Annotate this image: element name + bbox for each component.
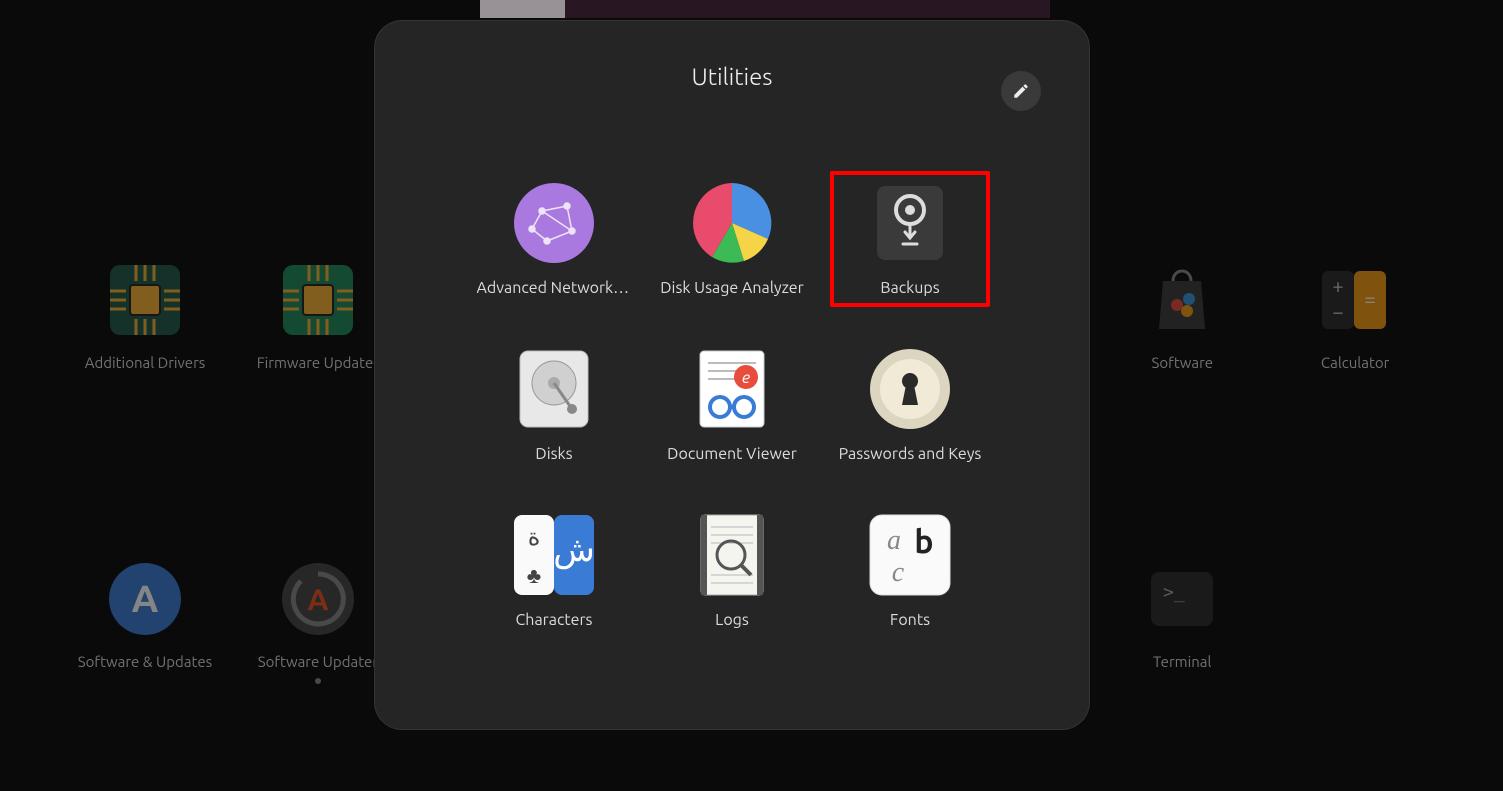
svg-text:ش: ش bbox=[553, 530, 595, 570]
hard-disk-icon bbox=[512, 347, 596, 431]
svg-text:−: − bbox=[1332, 300, 1343, 323]
bg-app-additional-drivers[interactable]: Additional Drivers bbox=[60, 260, 230, 479]
app-disks[interactable]: Disks bbox=[474, 347, 634, 463]
svg-text:=: = bbox=[1364, 287, 1375, 310]
shopping-bag-icon bbox=[1142, 260, 1222, 340]
svg-text:ة: ة bbox=[528, 523, 541, 550]
app-advanced-network[interactable]: Advanced Network Configuration bbox=[474, 181, 634, 297]
bg-app-calculator[interactable]: + −= Calculator bbox=[1270, 260, 1440, 479]
svg-text:c: c bbox=[892, 557, 905, 588]
calculator-icon: + −= bbox=[1315, 260, 1395, 340]
svg-text:>_: >_ bbox=[1163, 582, 1185, 603]
bg-app-software[interactable]: Software bbox=[1097, 260, 1267, 479]
app-label: Disks bbox=[535, 445, 572, 463]
svg-text:+: + bbox=[1332, 274, 1343, 297]
app-label: Advanced Network Configuration bbox=[477, 279, 632, 297]
a-shield-icon: A bbox=[105, 559, 185, 639]
bg-app-label: Additional Drivers bbox=[85, 354, 206, 371]
app-fonts[interactable]: abc Fonts bbox=[830, 513, 990, 629]
bg-app-label: Firmware Updater bbox=[257, 354, 379, 371]
pencil-icon bbox=[1012, 82, 1030, 100]
network-globe-icon bbox=[512, 181, 596, 265]
svg-text:♣: ♣ bbox=[527, 563, 541, 588]
pie-chart-icon bbox=[690, 181, 774, 265]
update-indicator-icon bbox=[315, 678, 321, 684]
terminal-icon: >_ bbox=[1142, 559, 1222, 639]
bg-app-label: Calculator bbox=[1321, 354, 1389, 371]
app-passwords-keys[interactable]: Passwords and Keys bbox=[830, 347, 990, 463]
svg-text:A: A bbox=[132, 578, 159, 620]
svg-text:A: A bbox=[307, 582, 328, 616]
chip-icon bbox=[105, 260, 185, 340]
folder-title: Utilities bbox=[375, 63, 1089, 90]
document-glasses-icon: e bbox=[690, 347, 774, 431]
fonts-ab-icon: abc bbox=[868, 513, 952, 597]
keyhole-icon bbox=[868, 347, 952, 431]
bg-app-software-updates[interactable]: A Software & Updates bbox=[60, 559, 230, 791]
app-label: Fonts bbox=[890, 611, 930, 629]
bg-app-label: Terminal bbox=[1153, 653, 1211, 670]
app-label: Disk Usage Analyzer bbox=[660, 279, 803, 297]
app-label: Characters bbox=[516, 611, 593, 629]
svg-text:b: b bbox=[914, 524, 933, 560]
bg-app-label: Software bbox=[1151, 354, 1213, 371]
utilities-folder-popup: Utilities Advanced Network Configuration… bbox=[374, 20, 1090, 730]
app-label: Backups bbox=[880, 279, 939, 297]
svg-text:a: a bbox=[887, 525, 901, 556]
bg-app-label: Software & Updates bbox=[78, 653, 212, 670]
app-document-viewer[interactable]: e Document Viewer bbox=[652, 347, 812, 463]
chip-icon bbox=[278, 260, 358, 340]
app-disk-usage-analyzer[interactable]: Disk Usage Analyzer bbox=[652, 181, 812, 297]
svg-text:e: e bbox=[742, 369, 750, 387]
edit-folder-button[interactable] bbox=[1001, 71, 1041, 111]
app-logs[interactable]: Logs bbox=[652, 513, 812, 629]
app-label: Document Viewer bbox=[667, 445, 797, 463]
bg-app-label: Software Updater bbox=[258, 653, 378, 670]
characters-icon: ة ♣ ش bbox=[512, 513, 596, 597]
log-magnifier-icon bbox=[690, 513, 774, 597]
safe-vault-icon bbox=[868, 181, 952, 265]
a-refresh-icon: A bbox=[278, 559, 358, 639]
app-backups[interactable]: Backups bbox=[830, 171, 990, 307]
bg-app-terminal[interactable]: >_ Terminal bbox=[1097, 559, 1267, 791]
app-characters[interactable]: ة ♣ ش Characters bbox=[474, 513, 634, 629]
app-label: Logs bbox=[715, 611, 749, 629]
app-label: Passwords and Keys bbox=[839, 445, 982, 463]
folder-app-grid: Advanced Network Configuration Disk Usag… bbox=[375, 181, 1089, 629]
